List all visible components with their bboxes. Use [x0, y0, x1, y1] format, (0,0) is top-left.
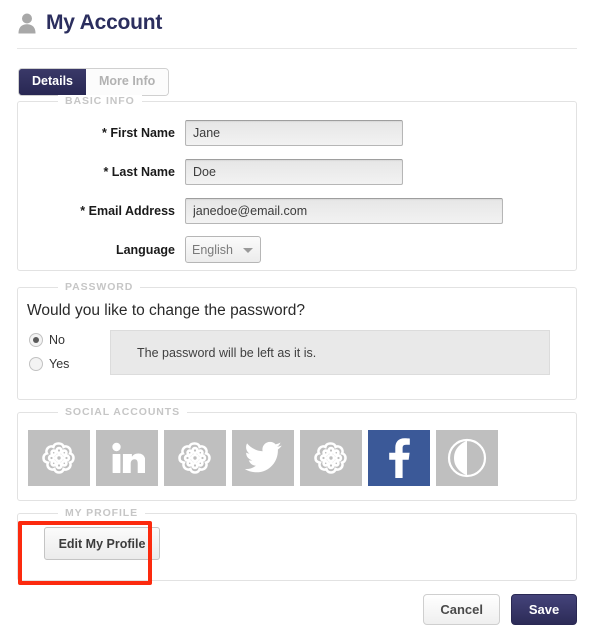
page-title: My Account	[46, 11, 163, 34]
flower-rosette-icon	[313, 440, 349, 476]
social-tile-twitter[interactable]	[232, 430, 294, 486]
first-name-row: * First Name	[18, 120, 403, 146]
my-profile-panel: MY PROFILE Edit My Profile	[17, 507, 577, 581]
radio-yes-icon[interactable]	[29, 357, 43, 371]
social-tile-flower-rosette-2[interactable]	[164, 430, 226, 486]
my-profile-legend: MY PROFILE	[58, 507, 145, 519]
social-tile-linkedin[interactable]	[96, 430, 158, 486]
password-note-box: The password will be left as it is.	[110, 330, 550, 375]
user-silhouette-icon	[17, 12, 37, 34]
language-select[interactable]: English	[185, 236, 261, 263]
flower-rosette-icon	[41, 440, 77, 476]
radio-yes-label: Yes	[49, 357, 70, 371]
tab-bar: Details More Info	[18, 68, 170, 96]
email-label: * Email Address	[80, 204, 175, 218]
basic-info-legend: BASIC INFO	[58, 95, 142, 107]
tab-details[interactable]: Details	[19, 69, 86, 95]
facebook-icon	[388, 438, 410, 478]
my-account-page: My Account Details More Info BASIC INFO …	[0, 0, 594, 631]
social-tile-flower-rosette-3[interactable]	[300, 430, 362, 486]
email-row: * Email Address	[18, 198, 503, 224]
cancel-button[interactable]: Cancel	[423, 594, 500, 625]
tab-more-info[interactable]: More Info	[86, 69, 169, 95]
edit-my-profile-button[interactable]: Edit My Profile	[44, 527, 160, 560]
social-accounts-row	[28, 430, 498, 486]
first-name-input[interactable]	[185, 120, 403, 146]
header-divider	[17, 48, 577, 49]
linkedin-icon	[109, 440, 145, 476]
flower-rosette-icon	[177, 440, 213, 476]
language-label: Language	[115, 242, 175, 257]
twitter-bird-icon	[244, 441, 282, 475]
social-accounts-legend: SOCIAL ACCOUNTS	[58, 406, 188, 418]
last-name-input[interactable]	[185, 159, 403, 185]
password-option-yes[interactable]: Yes	[29, 357, 69, 371]
basic-info-panel: BASIC INFO * First Name * Last Name * Em…	[17, 95, 577, 271]
social-tile-flower-rosette-1[interactable]	[28, 430, 90, 486]
half-moon-circle-icon	[447, 438, 487, 478]
password-note-text: The password will be left as it is.	[137, 345, 317, 360]
email-input[interactable]	[185, 198, 503, 224]
last-name-label: * Last Name	[103, 165, 175, 179]
first-name-label: * First Name	[102, 126, 175, 140]
password-question: Would you like to change the password?	[27, 302, 306, 319]
social-tile-half-moon[interactable]	[436, 430, 498, 486]
radio-no-label: No	[49, 333, 65, 347]
social-tile-facebook[interactable]	[368, 430, 430, 486]
radio-no-icon[interactable]	[29, 333, 43, 347]
password-panel: PASSWORD Would you like to change the pa…	[17, 281, 577, 400]
password-option-no[interactable]: No	[29, 333, 69, 347]
last-name-row: * Last Name	[18, 159, 403, 185]
page-header: My Account	[17, 12, 162, 34]
password-legend: PASSWORD	[58, 281, 141, 293]
password-radio-group: No Yes	[29, 333, 69, 381]
footer-actions: Cancel Save	[423, 594, 577, 625]
language-selected-value: English	[192, 242, 233, 257]
chevron-down-icon	[243, 247, 253, 253]
language-row: Language English	[18, 236, 261, 263]
save-button[interactable]: Save	[511, 594, 577, 625]
social-accounts-panel: SOCIAL ACCOUNTS	[17, 406, 577, 501]
